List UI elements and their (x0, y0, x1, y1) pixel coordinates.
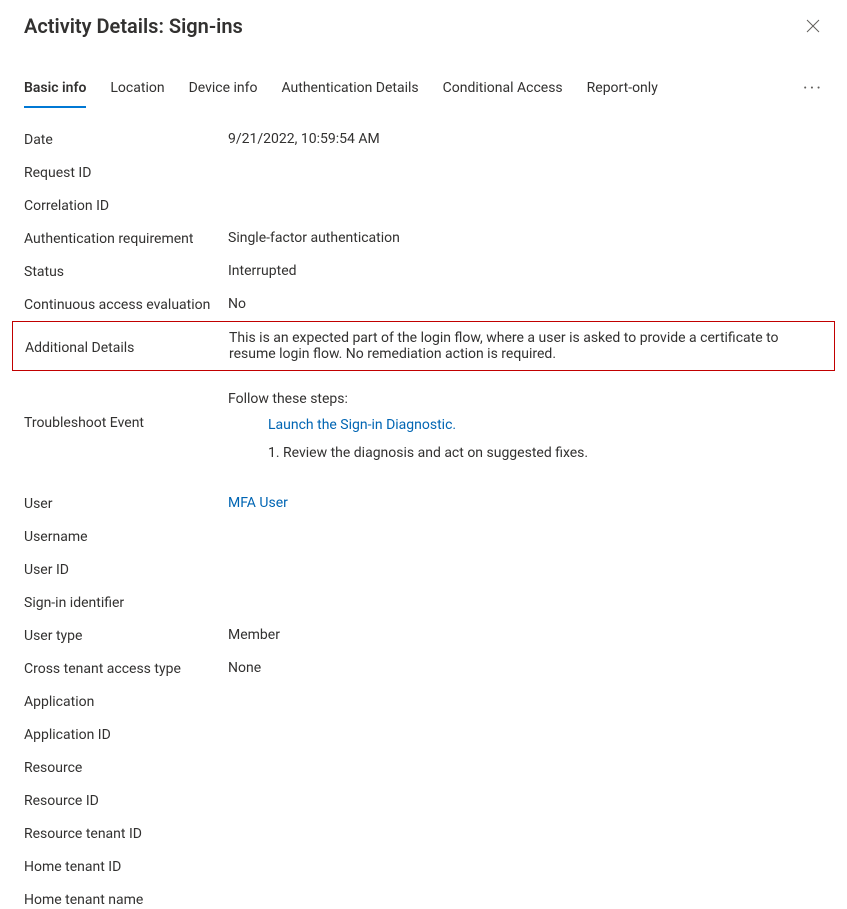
label-additional-details: Additional Details (25, 330, 229, 356)
row-user: User MFA User (24, 487, 823, 520)
value-cae: No (228, 296, 823, 312)
row-resourcetenantid: Resource tenant ID (24, 817, 823, 850)
more-tabs-button[interactable]: ··· (803, 78, 823, 109)
value-usertype: Member (228, 627, 823, 643)
content-scroll[interactable]: Basic info Location Device info Authenti… (0, 56, 847, 909)
label-applicationid: Application ID (24, 726, 228, 743)
label-resourceid: Resource ID (24, 792, 228, 809)
row-authreq: Authentication requirement Single-factor… (24, 222, 823, 255)
row-hometenantid: Home tenant ID (24, 850, 823, 883)
tab-basic-info[interactable]: Basic info (24, 80, 86, 108)
label-requestid: Request ID (24, 164, 228, 181)
tab-bar: Basic info Location Device info Authenti… (0, 56, 847, 109)
label-date: Date (24, 131, 228, 148)
label-resource: Resource (24, 759, 228, 776)
label-hometenantid: Home tenant ID (24, 858, 228, 875)
row-additional-details: Additional Details This is an expected p… (12, 321, 835, 371)
label-username: Username (24, 528, 228, 545)
row-resourceid: Resource ID (24, 784, 823, 817)
row-hometenantname: Home tenant name (24, 883, 823, 909)
value-status: Interrupted (228, 263, 823, 279)
close-icon (806, 19, 820, 33)
launch-diagnostic-link[interactable]: Launch the Sign-in Diagnostic. (268, 417, 456, 433)
label-status: Status (24, 263, 228, 280)
tab-location[interactable]: Location (110, 80, 164, 108)
row-date: Date 9/21/2022, 10:59:54 AM (24, 123, 823, 156)
value-troubleshoot: Follow these steps: Launch the Sign-in D… (228, 391, 823, 461)
label-resourcetenantid: Resource tenant ID (24, 825, 228, 842)
row-usertype: User type Member (24, 619, 823, 652)
row-applicationid: Application ID (24, 718, 823, 751)
troubleshoot-steps-title: Follow these steps: (228, 391, 823, 407)
tab-authentication-details[interactable]: Authentication Details (281, 80, 418, 108)
tab-conditional-access[interactable]: Conditional Access (443, 80, 563, 108)
details-content: Date 9/21/2022, 10:59:54 AM Request ID C… (0, 109, 847, 909)
label-authreq: Authentication requirement (24, 230, 228, 247)
label-application: Application (24, 693, 228, 710)
row-application: Application (24, 685, 823, 718)
row-cae: Continuous access evaluation No (24, 288, 823, 321)
label-troubleshoot: Troubleshoot Event (24, 391, 228, 431)
label-userid: User ID (24, 561, 228, 578)
value-crosstenant: None (228, 660, 823, 676)
user-link[interactable]: MFA User (228, 495, 288, 511)
label-user: User (24, 495, 228, 512)
label-cae: Continuous access evaluation (24, 296, 228, 313)
troubleshoot-step-1: 1. Review the diagnosis and act on sugge… (228, 445, 823, 461)
label-signinid: Sign-in identifier (24, 594, 228, 611)
label-hometenantname: Home tenant name (24, 891, 228, 908)
row-troubleshoot: Troubleshoot Event Follow these steps: L… (24, 371, 823, 469)
value-date: 9/21/2022, 10:59:54 AM (228, 131, 823, 147)
tab-report-only[interactable]: Report-only (587, 80, 658, 108)
page-title: Activity Details: Sign-ins (24, 14, 243, 38)
row-userid: User ID (24, 553, 823, 586)
close-button[interactable] (803, 16, 823, 36)
row-requestid: Request ID (24, 156, 823, 189)
label-crosstenant: Cross tenant access type (24, 660, 228, 677)
value-authreq: Single-factor authentication (228, 230, 823, 246)
row-signinid: Sign-in identifier (24, 586, 823, 619)
row-status: Status Interrupted (24, 255, 823, 288)
row-resource: Resource (24, 751, 823, 784)
label-usertype: User type (24, 627, 228, 644)
tab-device-info[interactable]: Device info (189, 80, 258, 108)
label-correlationid: Correlation ID (24, 197, 228, 214)
value-additional-details: This is an expected part of the login fl… (229, 330, 822, 362)
row-crosstenant: Cross tenant access type None (24, 652, 823, 685)
ellipsis-icon: ··· (803, 78, 823, 99)
row-correlationid: Correlation ID (24, 189, 823, 222)
row-username: Username (24, 520, 823, 553)
panel-header: Activity Details: Sign-ins (0, 0, 847, 44)
